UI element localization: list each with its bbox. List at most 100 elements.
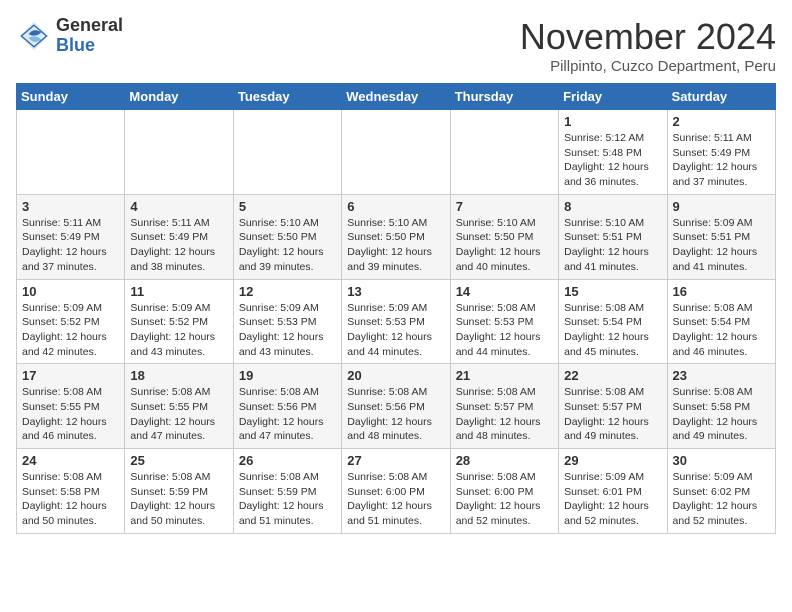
calendar-cell: 2 Sunrise: 5:11 AMSunset: 5:49 PMDaylight…	[667, 110, 775, 195]
day-number: 28	[456, 453, 553, 468]
day-number: 19	[239, 368, 336, 383]
calendar-cell	[342, 110, 450, 195]
day-info: Sunrise: 5:09 AMSunset: 6:01 PMDaylight:…	[564, 470, 661, 529]
calendar-cell: 1 Sunrise: 5:12 AMSunset: 5:48 PMDaylight…	[559, 110, 667, 195]
day-info: Sunrise: 5:08 AMSunset: 5:56 PMDaylight:…	[347, 385, 444, 444]
day-info: Sunrise: 5:08 AMSunset: 5:57 PMDaylight:…	[564, 385, 661, 444]
day-number: 2	[673, 114, 770, 129]
day-info: Sunrise: 5:11 AMSunset: 5:49 PMDaylight:…	[673, 131, 770, 190]
calendar-cell: 28 Sunrise: 5:08 AMSunset: 6:00 PMDayligh…	[450, 449, 558, 534]
calendar-cell: 24Sunrise: 5:08 AMSunset: 5:58 PMDayligh…	[17, 449, 125, 534]
day-number: 10	[22, 284, 119, 299]
calendar-cell: 19 Sunrise: 5:08 AMSunset: 5:56 PMDayligh…	[233, 364, 341, 449]
day-info: Sunrise: 5:11 AMSunset: 5:49 PMDaylight:…	[130, 216, 227, 275]
day-number: 14	[456, 284, 553, 299]
calendar-cell: 23 Sunrise: 5:08 AMSunset: 5:58 PMDayligh…	[667, 364, 775, 449]
calendar-week-3: 10 Sunrise: 5:09 AMSunset: 5:52 PMDayligh…	[17, 279, 776, 364]
day-number: 30	[673, 453, 770, 468]
day-info: Sunrise: 5:08 AMSunset: 6:00 PMDaylight:…	[347, 470, 444, 529]
calendar-cell: 14 Sunrise: 5:08 AMSunset: 5:53 PMDayligh…	[450, 279, 558, 364]
weekday-header-friday: Friday	[559, 84, 667, 110]
page-header: General Blue November 2024 Pillpinto, Cu…	[16, 16, 776, 75]
month-title: November 2024	[520, 16, 776, 58]
day-number: 1	[564, 114, 661, 129]
day-info: Sunrise: 5:08 AMSunset: 5:58 PMDaylight:…	[22, 470, 119, 529]
day-info: Sunrise: 5:08 AMSunset: 6:00 PMDaylight:…	[456, 470, 553, 529]
day-info: Sunrise: 5:08 AMSunset: 5:58 PMDaylight:…	[673, 385, 770, 444]
day-number: 18	[130, 368, 227, 383]
day-info: Sunrise: 5:09 AMSunset: 5:52 PMDaylight:…	[22, 301, 119, 360]
calendar-cell: 21Sunrise: 5:08 AMSunset: 5:57 PMDayligh…	[450, 364, 558, 449]
calendar-cell: 4 Sunrise: 5:11 AMSunset: 5:49 PMDaylight…	[125, 194, 233, 279]
day-number: 17	[22, 368, 119, 383]
logo-general: General	[56, 15, 123, 35]
day-number: 16	[673, 284, 770, 299]
day-number: 7	[456, 199, 553, 214]
day-number: 4	[130, 199, 227, 214]
day-info: Sunrise: 5:10 AMSunset: 5:50 PMDaylight:…	[456, 216, 553, 275]
day-info: Sunrise: 5:10 AMSunset: 5:51 PMDaylight:…	[564, 216, 661, 275]
day-number: 12	[239, 284, 336, 299]
day-info: Sunrise: 5:08 AMSunset: 5:56 PMDaylight:…	[239, 385, 336, 444]
day-info: Sunrise: 5:09 AMSunset: 5:52 PMDaylight:…	[130, 301, 227, 360]
weekday-header-wednesday: Wednesday	[342, 84, 450, 110]
day-number: 13	[347, 284, 444, 299]
logo-blue: Blue	[56, 35, 95, 55]
day-info: Sunrise: 5:11 AMSunset: 5:49 PMDaylight:…	[22, 216, 119, 275]
day-info: Sunrise: 5:08 AMSunset: 5:59 PMDaylight:…	[130, 470, 227, 529]
calendar-cell: 17Sunrise: 5:08 AMSunset: 5:55 PMDayligh…	[17, 364, 125, 449]
calendar-cell: 18Sunrise: 5:08 AMSunset: 5:55 PMDayligh…	[125, 364, 233, 449]
logo: General Blue	[16, 16, 123, 56]
day-info: Sunrise: 5:09 AMSunset: 5:53 PMDaylight:…	[239, 301, 336, 360]
weekday-header-row: SundayMondayTuesdayWednesdayThursdayFrid…	[17, 84, 776, 110]
calendar-cell: 3 Sunrise: 5:11 AMSunset: 5:49 PMDaylight…	[17, 194, 125, 279]
calendar-cell: 26Sunrise: 5:08 AMSunset: 5:59 PMDayligh…	[233, 449, 341, 534]
calendar-cell: 15Sunrise: 5:08 AMSunset: 5:54 PMDayligh…	[559, 279, 667, 364]
day-number: 20	[347, 368, 444, 383]
calendar-cell: 12 Sunrise: 5:09 AMSunset: 5:53 PMDayligh…	[233, 279, 341, 364]
weekday-header-saturday: Saturday	[667, 84, 775, 110]
day-number: 6	[347, 199, 444, 214]
calendar-table: SundayMondayTuesdayWednesdayThursdayFrid…	[16, 83, 776, 534]
day-info: Sunrise: 5:08 AMSunset: 5:53 PMDaylight:…	[456, 301, 553, 360]
calendar-week-1: 1 Sunrise: 5:12 AMSunset: 5:48 PMDaylight…	[17, 110, 776, 195]
calendar-week-2: 3 Sunrise: 5:11 AMSunset: 5:49 PMDaylight…	[17, 194, 776, 279]
calendar-cell: 25Sunrise: 5:08 AMSunset: 5:59 PMDayligh…	[125, 449, 233, 534]
calendar-cell	[450, 110, 558, 195]
location: Pillpinto, Cuzco Department, Peru	[520, 58, 776, 75]
weekday-header-monday: Monday	[125, 84, 233, 110]
calendar-cell: 9 Sunrise: 5:09 AMSunset: 5:51 PMDaylight…	[667, 194, 775, 279]
day-number: 27	[347, 453, 444, 468]
calendar-cell: 29Sunrise: 5:09 AMSunset: 6:01 PMDayligh…	[559, 449, 667, 534]
day-info: Sunrise: 5:08 AMSunset: 5:54 PMDaylight:…	[564, 301, 661, 360]
day-info: Sunrise: 5:09 AMSunset: 5:51 PMDaylight:…	[673, 216, 770, 275]
day-info: Sunrise: 5:09 AMSunset: 5:53 PMDaylight:…	[347, 301, 444, 360]
weekday-header-sunday: Sunday	[17, 84, 125, 110]
day-number: 11	[130, 284, 227, 299]
calendar-cell: 20 Sunrise: 5:08 AMSunset: 5:56 PMDayligh…	[342, 364, 450, 449]
calendar-cell: 22Sunrise: 5:08 AMSunset: 5:57 PMDayligh…	[559, 364, 667, 449]
calendar-cell: 5 Sunrise: 5:10 AMSunset: 5:50 PMDaylight…	[233, 194, 341, 279]
title-block: November 2024 Pillpinto, Cuzco Departmen…	[520, 16, 776, 75]
calendar-cell: 16Sunrise: 5:08 AMSunset: 5:54 PMDayligh…	[667, 279, 775, 364]
calendar-week-5: 24Sunrise: 5:08 AMSunset: 5:58 PMDayligh…	[17, 449, 776, 534]
calendar-cell: 11 Sunrise: 5:09 AMSunset: 5:52 PMDayligh…	[125, 279, 233, 364]
day-info: Sunrise: 5:09 AMSunset: 6:02 PMDaylight:…	[673, 470, 770, 529]
day-number: 9	[673, 199, 770, 214]
calendar-cell: 8 Sunrise: 5:10 AMSunset: 5:51 PMDaylight…	[559, 194, 667, 279]
day-info: Sunrise: 5:10 AMSunset: 5:50 PMDaylight:…	[347, 216, 444, 275]
day-number: 8	[564, 199, 661, 214]
calendar-cell: 7 Sunrise: 5:10 AMSunset: 5:50 PMDaylight…	[450, 194, 558, 279]
day-number: 5	[239, 199, 336, 214]
calendar-cell	[17, 110, 125, 195]
day-number: 23	[673, 368, 770, 383]
calendar-cell: 6 Sunrise: 5:10 AMSunset: 5:50 PMDaylight…	[342, 194, 450, 279]
day-number: 3	[22, 199, 119, 214]
calendar-cell: 27 Sunrise: 5:08 AMSunset: 6:00 PMDayligh…	[342, 449, 450, 534]
weekday-header-tuesday: Tuesday	[233, 84, 341, 110]
logo-icon	[16, 18, 52, 54]
day-info: Sunrise: 5:10 AMSunset: 5:50 PMDaylight:…	[239, 216, 336, 275]
day-number: 21	[456, 368, 553, 383]
day-info: Sunrise: 5:12 AMSunset: 5:48 PMDaylight:…	[564, 131, 661, 190]
day-info: Sunrise: 5:08 AMSunset: 5:59 PMDaylight:…	[239, 470, 336, 529]
